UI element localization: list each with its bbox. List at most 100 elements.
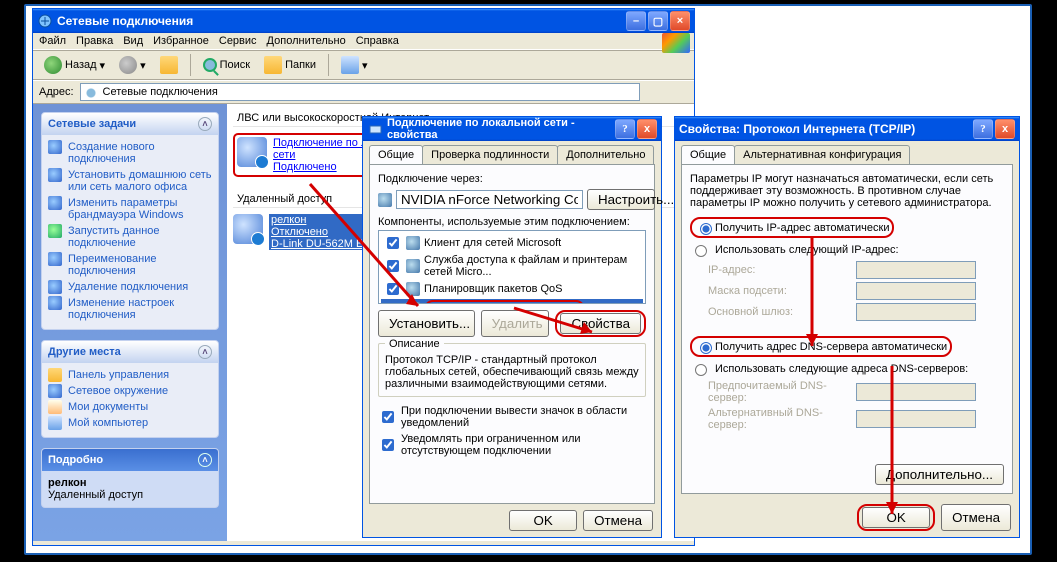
ip-fields: IP-адрес: Маска подсети: Основной шлюз: (708, 261, 1004, 321)
radio-label: Использовать следующие адреса DNS-сервер… (715, 363, 968, 375)
radio-dns-manual-input[interactable] (695, 364, 707, 376)
help-button[interactable]: ? (973, 119, 993, 139)
radio-ip-auto[interactable]: Получить IP-адрес автоматически (690, 217, 1004, 238)
ip-label: IP-адрес: (708, 264, 848, 276)
menu-file[interactable]: Файл (39, 35, 66, 47)
radio-ip-manual[interactable]: Использовать следующий IP-адрес: (690, 242, 1004, 257)
titlebar[interactable]: Подключение по локальной сети - свойства… (363, 117, 661, 141)
task-create[interactable]: Создание нового подключения (48, 139, 212, 167)
component-row[interactable]: Клиент для сетей Microsoft (381, 233, 643, 253)
component-check[interactable] (387, 237, 399, 249)
radio-dns-manual[interactable]: Использовать следующие адреса DNS-сервер… (690, 361, 1004, 376)
task-home-net[interactable]: Установить домашнюю сеть или сеть малого… (48, 167, 212, 195)
menu-favorites[interactable]: Избранное (153, 35, 209, 47)
install-button[interactable]: Установить... (378, 310, 475, 337)
toolbar: Назад ▾ ▾ Поиск Папки ▾ (33, 50, 694, 80)
other-network-places[interactable]: Сетевое окружение (48, 383, 212, 399)
advanced-button[interactable]: Дополнительно... (875, 464, 1004, 485)
properties-button[interactable]: Свойства (560, 313, 641, 334)
close-button[interactable]: x (995, 119, 1015, 139)
menu-view[interactable]: Вид (123, 35, 143, 47)
item-dialup-relcon[interactable]: релкон Отключено D-Link DU-562M E... (233, 214, 374, 250)
back-button[interactable]: Назад ▾ (39, 54, 110, 76)
other-my-documents[interactable]: Мои документы (48, 399, 212, 415)
tab-advanced[interactable]: Дополнительно (557, 145, 654, 164)
ok-button[interactable]: OK (862, 507, 930, 528)
item-status: Отключено (269, 226, 374, 238)
configure-button[interactable]: Настроить... (587, 189, 655, 210)
task-firewall[interactable]: Изменить параметры брандмауэра Windows (48, 195, 212, 223)
menu-tools[interactable]: Сервис (219, 35, 257, 47)
menu-help[interactable]: Справка (356, 35, 399, 47)
cancel-button[interactable]: Отмена (941, 504, 1011, 531)
folders-button[interactable]: Папки (259, 54, 321, 76)
radio-dns-auto-input[interactable] (700, 342, 712, 354)
tcpip-blurb: Параметры IP могут назначаться автоматич… (690, 173, 1004, 209)
component-row[interactable]: Планировщик пакетов QoS (381, 279, 643, 299)
gateway-label: Основной шлюз: (708, 306, 848, 318)
component-label: Планировщик пакетов QoS (424, 283, 563, 295)
lan-properties-dialog: Подключение по локальной сети - свойства… (362, 116, 662, 538)
gateway-input (856, 303, 976, 321)
other-control-panel[interactable]: Панель управления (48, 367, 212, 383)
tab-alt-config[interactable]: Альтернативная конфигурация (734, 145, 910, 164)
views-icon (341, 56, 359, 74)
connect-through-label: Подключение через: (378, 173, 646, 185)
component-check[interactable] (387, 283, 399, 295)
component-row-tcpip[interactable]: Протокол Интернета (TCP/IP) (381, 299, 643, 304)
help-button[interactable]: ? (615, 119, 635, 139)
panel-header[interactable]: Сетевые задачи ˄ (42, 113, 218, 135)
notify-check[interactable] (382, 439, 394, 451)
search-button[interactable]: Поиск (198, 56, 255, 74)
close-button[interactable]: × (670, 11, 690, 31)
radio-label: Получить IP-адрес автоматически (715, 222, 889, 234)
forward-icon (119, 56, 137, 74)
up-button[interactable] (155, 54, 183, 76)
close-button[interactable]: x (637, 119, 657, 139)
tray-icon-option[interactable]: При подключении вывести значок в области… (378, 405, 646, 429)
task-delete[interactable]: Удаление подключения (48, 279, 212, 295)
side-panel: Сетевые задачи ˄ Создание нового подключ… (33, 104, 227, 541)
dialog-title: Подключение по локальной сети - свойства (387, 117, 615, 141)
components-list[interactable]: Клиент для сетей Microsoft Служба доступ… (378, 230, 646, 304)
tab-general[interactable]: Общие (681, 145, 735, 164)
notify-limited-option[interactable]: Уведомлять при ограниченном или отсутств… (378, 433, 646, 457)
address-input[interactable] (80, 83, 640, 101)
views-button[interactable]: ▾ (336, 54, 373, 76)
dns1-input (856, 383, 976, 401)
dialup-icon (233, 214, 263, 244)
item-device: D-Link DU-562M E... (269, 238, 374, 250)
cancel-button[interactable]: Отмена (583, 510, 653, 531)
task-change-settings[interactable]: Изменение настроек подключения (48, 295, 212, 323)
component-icon (406, 302, 420, 304)
maximize-button[interactable]: ▢ (648, 11, 668, 31)
minimize-button[interactable]: – (626, 11, 646, 31)
tab-auth[interactable]: Проверка подлинности (422, 145, 558, 164)
component-row[interactable]: Служба доступа к файлам и принтерам сете… (381, 253, 643, 279)
radio-ip-manual-input[interactable] (695, 245, 707, 257)
tab-general[interactable]: Общие (369, 145, 423, 164)
menu-advanced[interactable]: Дополнительно (267, 35, 346, 47)
tray-check[interactable] (382, 411, 394, 423)
task-rename[interactable]: Переименование подключения (48, 251, 212, 279)
radio-dns-auto[interactable]: Получить адрес DNS-сервера автоматически (690, 336, 1004, 357)
adapter-icon (378, 193, 392, 207)
description-title: Описание (385, 338, 444, 350)
menu-edit[interactable]: Правка (76, 35, 113, 47)
details-category: Удаленный доступ (48, 489, 143, 501)
up-icon (160, 56, 178, 74)
component-check[interactable] (387, 260, 399, 272)
forward-button[interactable]: ▾ (114, 54, 151, 76)
titlebar[interactable]: Сетевые подключения – ▢ × (33, 9, 694, 33)
back-icon (44, 56, 62, 74)
titlebar[interactable]: Свойства: Протокол Интернета (TCP/IP) ? … (675, 117, 1019, 141)
component-check[interactable] (387, 303, 399, 304)
component-label: Протокол Интернета (TCP/IP) (429, 303, 580, 304)
task-start-conn[interactable]: Запустить данное подключение (48, 223, 212, 251)
radio-ip-auto-input[interactable] (700, 223, 712, 235)
ok-button[interactable]: OK (509, 510, 577, 531)
panel-header[interactable]: Другие места ˄ (42, 341, 218, 363)
panel-header[interactable]: Подробно ˄ (42, 449, 218, 471)
other-my-computer[interactable]: Мой компьютер (48, 415, 212, 431)
chevron-up-icon: ˄ (198, 117, 212, 131)
